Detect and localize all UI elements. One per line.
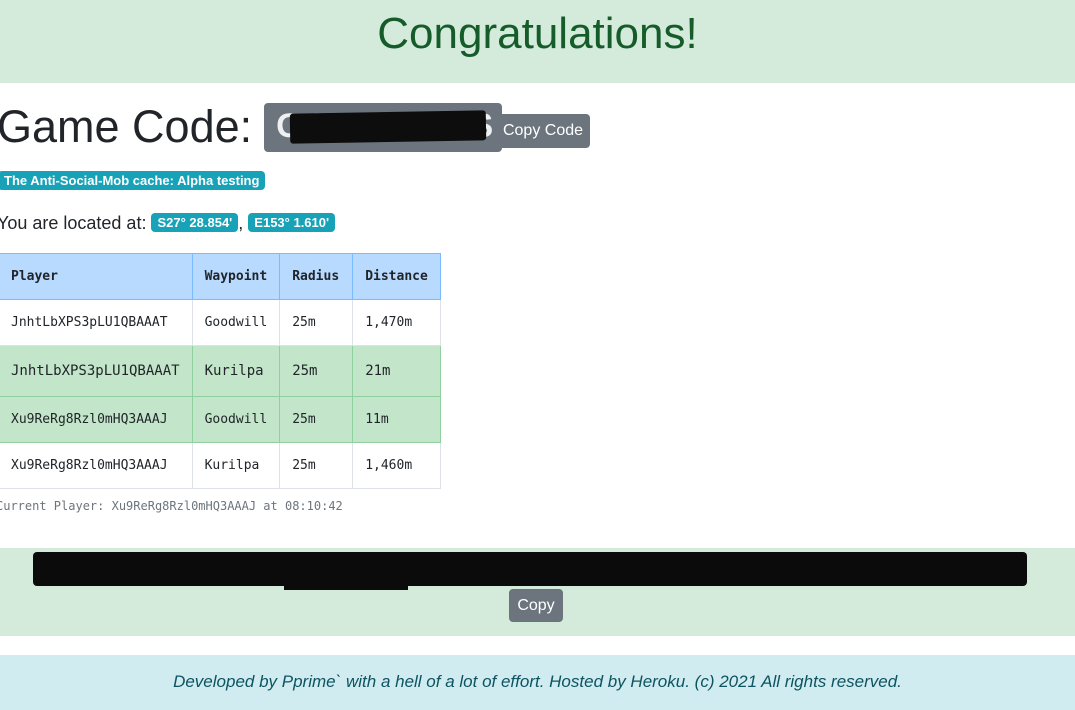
cell-waypoint: Kurilpa xyxy=(191,345,281,397)
cell-distance: 1,470m xyxy=(352,299,441,346)
table-row: Xu9ReRg8Rzl0mHQ3AAAJ Kurilpa 25m 1,460m xyxy=(0,442,441,489)
cell-waypoint: Kurilpa xyxy=(191,442,281,489)
cell-player: JnhtLbXPS3pLU1QBAAAT xyxy=(0,345,193,397)
latitude-badge: S27° 28.854' xyxy=(151,213,239,232)
cell-distance: 1,460m xyxy=(352,442,441,489)
cell-radius: 25m xyxy=(279,442,354,489)
cell-distance: 21m xyxy=(352,345,441,397)
location-row: You are located at: S27° 28.854', E153° … xyxy=(0,211,336,235)
column-header-player: Player xyxy=(0,253,193,300)
players-table: Player Waypoint Radius Distance JnhtLbXP… xyxy=(0,253,441,489)
table-row: JnhtLbXPS3pLU1QBAAAT Goodwill 25m 1,470m xyxy=(0,299,441,346)
column-header-distance: Distance xyxy=(352,253,441,300)
location-prefix: You are located at: xyxy=(0,213,147,233)
congratulations-banner: Congratulations! xyxy=(0,0,1075,83)
table-row: Xu9ReRg8Rzl0mHQ3AAAJ Goodwill 25m 11m xyxy=(0,396,441,443)
redaction-mark xyxy=(284,552,408,590)
cell-player: Xu9ReRg8Rzl0mHQ3AAAJ xyxy=(0,396,193,443)
game-code-row: Game Code: GCALPHATS xyxy=(0,100,503,154)
cell-radius: 25m xyxy=(279,396,354,443)
column-header-radius: Radius xyxy=(279,253,354,300)
redaction-mark xyxy=(289,109,487,144)
cell-waypoint: Goodwill xyxy=(191,299,281,346)
coordinate-separator: , xyxy=(238,213,244,233)
game-code-label: Game Code: xyxy=(0,101,253,152)
cell-player: JnhtLbXPS3pLU1QBAAAT xyxy=(0,299,193,346)
copy-link-button[interactable]: Copy xyxy=(509,589,563,622)
cell-distance: 11m xyxy=(352,396,441,443)
footer: Developed by Pprime` with a hell of a lo… xyxy=(0,655,1075,710)
game-code-box: GCALPHATS xyxy=(264,102,503,152)
cell-waypoint: Goodwill xyxy=(191,396,281,443)
copy-code-button[interactable]: Copy Code xyxy=(496,114,590,148)
cell-radius: 25m xyxy=(279,299,354,346)
cell-radius: 25m xyxy=(279,345,354,397)
column-header-waypoint: Waypoint xyxy=(191,253,281,300)
redacted-share-link xyxy=(33,552,1027,586)
cell-player: Xu9ReRg8Rzl0mHQ3AAAJ xyxy=(0,442,193,489)
table-header-row: Player Waypoint Radius Distance xyxy=(0,253,441,300)
share-section: Copy xyxy=(0,548,1075,636)
cache-name-badge: The Anti-Social-Mob cache: Alpha testing xyxy=(0,171,266,190)
current-player-status: Current Player: Xu9ReRg8Rzl0mHQ3AAAJ at … xyxy=(0,499,343,513)
longitude-badge: E153° 1.610' xyxy=(248,213,336,232)
table-row: JnhtLbXPS3pLU1QBAAAT Kurilpa 25m 21m xyxy=(0,345,441,397)
page-title: Congratulations! xyxy=(377,9,698,58)
